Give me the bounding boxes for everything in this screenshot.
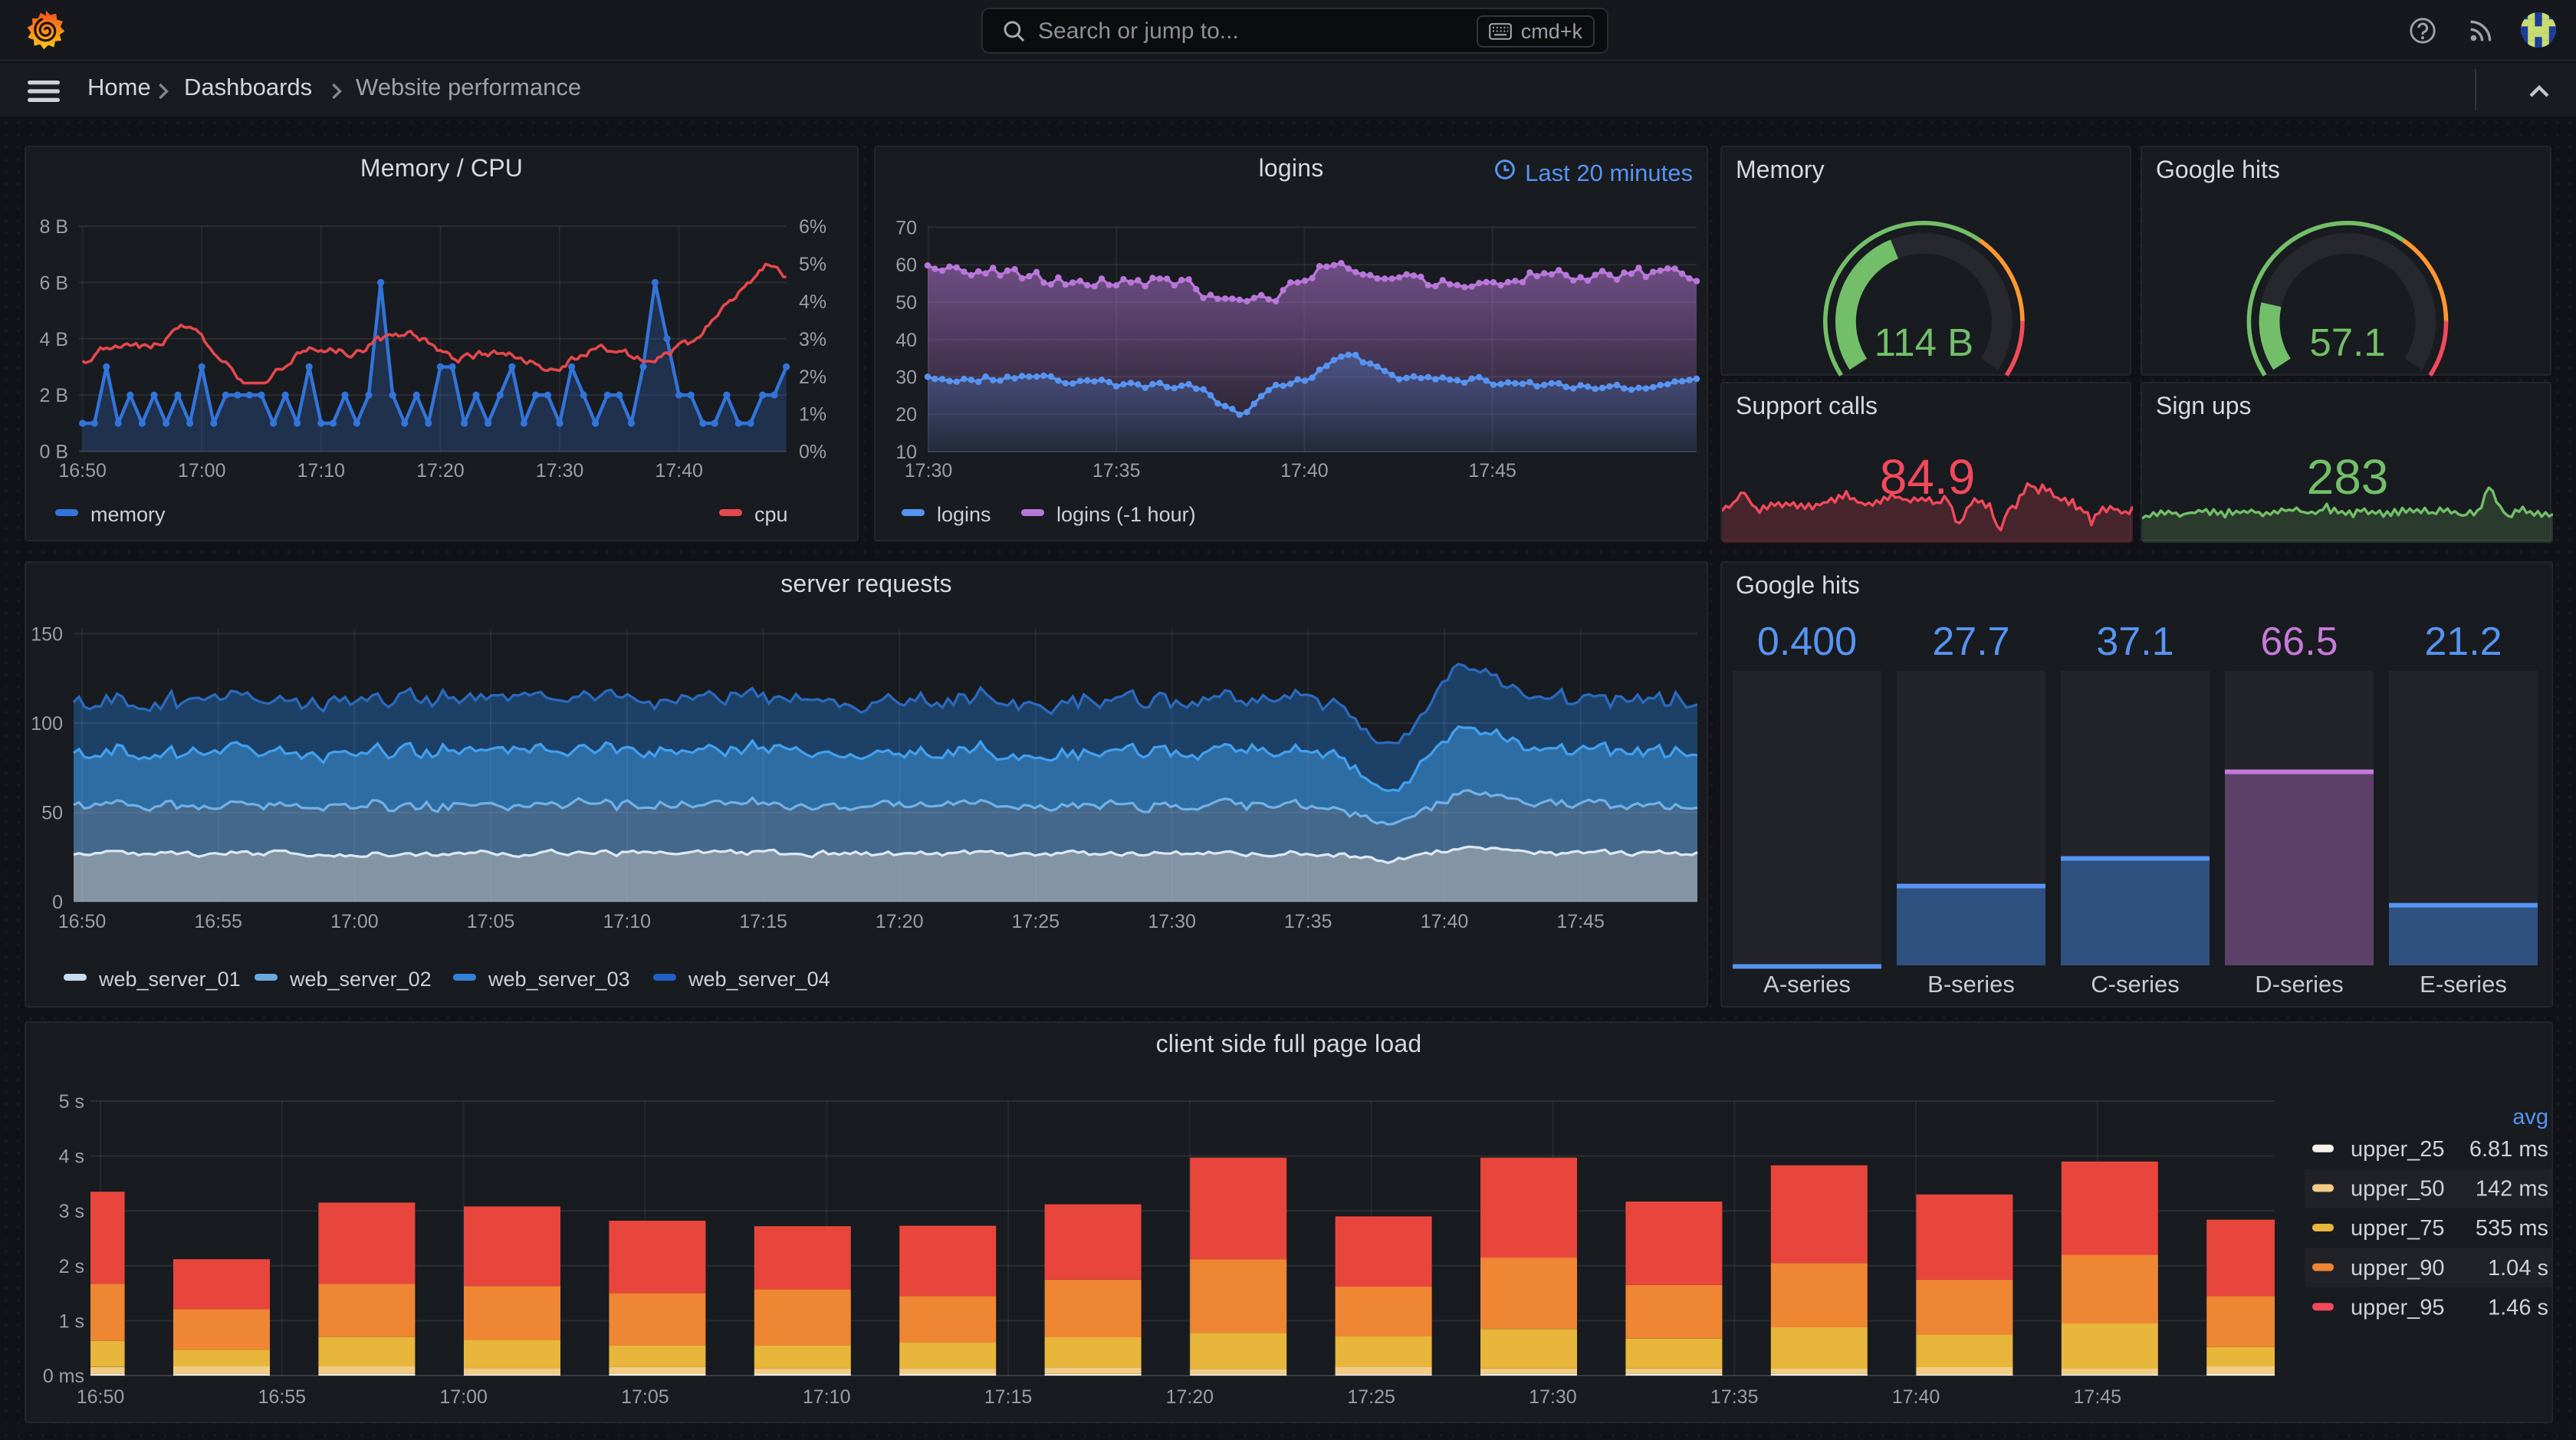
svg-text:84.9: 84.9	[1880, 449, 1976, 505]
svg-text:0 ms: 0 ms	[43, 1366, 84, 1387]
svg-text:0: 0	[52, 892, 63, 913]
svg-text:upper_95: upper_95	[2351, 1295, 2445, 1320]
svg-text:4 B: 4 B	[39, 329, 68, 350]
svg-text:16:55: 16:55	[258, 1386, 307, 1408]
svg-text:17:45: 17:45	[2074, 1386, 2122, 1408]
svg-text:B-series: B-series	[1927, 971, 2015, 998]
svg-text:17:20: 17:20	[876, 911, 924, 932]
svg-text:5%: 5%	[799, 254, 826, 275]
svg-text:6.81 ms: 6.81 ms	[2469, 1137, 2548, 1162]
svg-text:17:10: 17:10	[803, 1386, 851, 1408]
svg-text:17:35: 17:35	[1710, 1386, 1759, 1408]
svg-text:avg: avg	[2512, 1105, 2548, 1129]
svg-text:16:50: 16:50	[77, 1386, 125, 1408]
svg-text:20: 20	[895, 404, 917, 426]
svg-text:logins: logins	[937, 503, 991, 526]
svg-text:50: 50	[41, 802, 63, 824]
svg-text:memory: memory	[90, 503, 166, 526]
svg-text:6 B: 6 B	[39, 272, 68, 294]
svg-text:17:35: 17:35	[1092, 460, 1141, 482]
svg-text:66.5: 66.5	[2260, 620, 2338, 664]
svg-text:60: 60	[895, 255, 917, 276]
svg-text:logins (-1 hour): logins (-1 hour)	[1056, 503, 1196, 526]
svg-text:2%: 2%	[799, 367, 826, 388]
svg-text:4 s: 4 s	[59, 1146, 84, 1168]
svg-text:17:15: 17:15	[984, 1386, 1033, 1408]
svg-text:150: 150	[31, 624, 63, 646]
svg-text:17:05: 17:05	[621, 1386, 669, 1408]
svg-text:upper_75: upper_75	[2351, 1216, 2445, 1241]
svg-text:16:55: 16:55	[194, 911, 242, 932]
svg-text:17:15: 17:15	[739, 911, 787, 932]
svg-text:17:40: 17:40	[655, 460, 703, 482]
svg-text:upper_90: upper_90	[2351, 1256, 2445, 1281]
svg-text:0%: 0%	[799, 442, 826, 463]
svg-text:17:20: 17:20	[1166, 1386, 1214, 1408]
svg-text:17:00: 17:00	[439, 1386, 488, 1408]
svg-text:Last 20 minutes: Last 20 minutes	[1525, 159, 1693, 186]
svg-text:17:10: 17:10	[603, 911, 652, 932]
svg-text:17:40: 17:40	[1280, 460, 1329, 482]
svg-text:17:30: 17:30	[1148, 911, 1196, 932]
svg-text:C-series: C-series	[2091, 971, 2179, 998]
svg-text:web_server_02: web_server_02	[289, 968, 432, 991]
svg-text:142 ms: 142 ms	[2476, 1177, 2548, 1202]
svg-text:16:50: 16:50	[58, 911, 107, 932]
svg-text:17:45: 17:45	[1556, 911, 1605, 932]
svg-text:37.1: 37.1	[2096, 620, 2174, 664]
svg-text:A-series: A-series	[1763, 971, 1851, 998]
svg-text:1.46 s: 1.46 s	[2488, 1295, 2548, 1320]
svg-text:57.1: 57.1	[2309, 321, 2385, 364]
svg-text:D-series: D-series	[2255, 971, 2343, 998]
svg-text:30: 30	[895, 367, 917, 388]
svg-text:17:05: 17:05	[467, 911, 515, 932]
svg-text:4%: 4%	[799, 291, 826, 313]
svg-text:1 s: 1 s	[59, 1310, 84, 1332]
svg-text:535 ms: 535 ms	[2476, 1216, 2548, 1241]
svg-text:40: 40	[895, 330, 917, 351]
svg-text:upper_25: upper_25	[2351, 1137, 2445, 1162]
svg-text:web_server_03: web_server_03	[488, 968, 630, 991]
svg-text:17:25: 17:25	[1347, 1386, 1395, 1408]
svg-text:2 s: 2 s	[59, 1256, 84, 1277]
svg-text:0.400: 0.400	[1757, 620, 1857, 664]
svg-text:3%: 3%	[799, 329, 826, 350]
svg-text:27.7: 27.7	[1932, 620, 2009, 664]
svg-text:17:10: 17:10	[297, 460, 346, 482]
svg-text:17:40: 17:40	[1892, 1386, 1940, 1408]
svg-text:3 s: 3 s	[59, 1201, 84, 1222]
svg-text:17:00: 17:00	[178, 460, 226, 482]
svg-text:17:25: 17:25	[1012, 911, 1060, 932]
svg-text:5 s: 5 s	[59, 1091, 84, 1113]
svg-text:17:45: 17:45	[1468, 460, 1516, 482]
svg-text:21.2: 21.2	[2424, 620, 2502, 664]
svg-text:283: 283	[2307, 449, 2389, 505]
svg-text:50: 50	[895, 292, 917, 314]
svg-text:upper_50: upper_50	[2351, 1177, 2445, 1202]
svg-text:16:50: 16:50	[58, 460, 107, 482]
svg-text:2 B: 2 B	[39, 385, 68, 406]
svg-text:1%: 1%	[799, 404, 826, 426]
svg-text:100: 100	[31, 713, 63, 735]
svg-text:1.04 s: 1.04 s	[2488, 1256, 2548, 1281]
svg-text:17:20: 17:20	[416, 460, 465, 482]
svg-text:cpu: cpu	[754, 503, 788, 526]
svg-text:17:30: 17:30	[536, 460, 584, 482]
svg-text:6%: 6%	[799, 216, 826, 238]
svg-text:17:35: 17:35	[1284, 911, 1332, 932]
svg-text:8 B: 8 B	[39, 216, 68, 238]
svg-text:114 B: 114 B	[1875, 321, 1974, 364]
svg-text:17:30: 17:30	[905, 460, 953, 482]
svg-text:70: 70	[895, 217, 917, 238]
svg-text:web_server_04: web_server_04	[688, 968, 830, 991]
svg-text:17:30: 17:30	[1529, 1386, 1577, 1408]
svg-text:17:00: 17:00	[330, 911, 379, 932]
svg-text:web_server_01: web_server_01	[98, 968, 241, 991]
svg-text:17:40: 17:40	[1421, 911, 1469, 932]
svg-text:E-series: E-series	[2420, 971, 2507, 998]
